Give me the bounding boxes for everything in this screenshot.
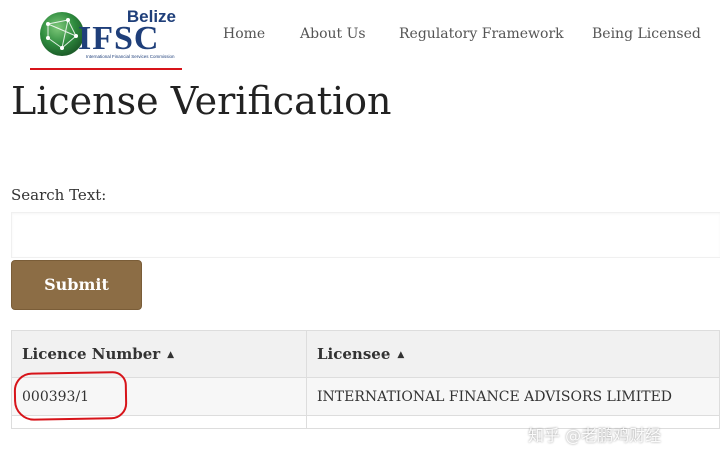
sort-asc-icon: ▲ [397, 350, 405, 360]
sort-asc-icon: ▲ [167, 350, 175, 360]
watermark-text: 知乎 @老鹏鸡财经 [528, 426, 662, 445]
nav-about-us[interactable]: About Us [300, 26, 366, 42]
nav-home[interactable]: Home [223, 26, 265, 42]
search-label: Search Text: [11, 186, 107, 204]
logo-subtitle: International Financial Services Commiss… [86, 54, 175, 59]
submit-button[interactable]: Submit [11, 260, 142, 310]
table-header-row: Licence Number ▲ Licensee ▲ [11, 330, 720, 378]
column-header-licence-number[interactable]: Licence Number ▲ [11, 330, 307, 378]
cell-licensee: INTERNATIONAL FINANCE ADVISORS LIMITED [306, 377, 720, 416]
column-header-label: Licensee [317, 345, 391, 363]
search-input[interactable] [11, 212, 720, 258]
table-row[interactable]: 000393/1 INTERNATIONAL FINANCE ADVISORS … [11, 377, 720, 416]
column-header-label: Licence Number [22, 345, 161, 363]
results-table: Licence Number ▲ Licensee ▲ 000393/1 INTER… [11, 330, 720, 429]
column-header-licensee[interactable]: Licensee ▲ [306, 330, 720, 378]
nav-regulatory-framework[interactable]: Regulatory Framework [399, 26, 564, 42]
nav-being-licensed[interactable]: Being Licensed [592, 26, 701, 42]
main-nav: Home About Us Regulatory Framework Being… [0, 26, 720, 46]
cell-licence-number: 000393/1 [11, 377, 307, 416]
page-title: License Verification [11, 79, 392, 123]
